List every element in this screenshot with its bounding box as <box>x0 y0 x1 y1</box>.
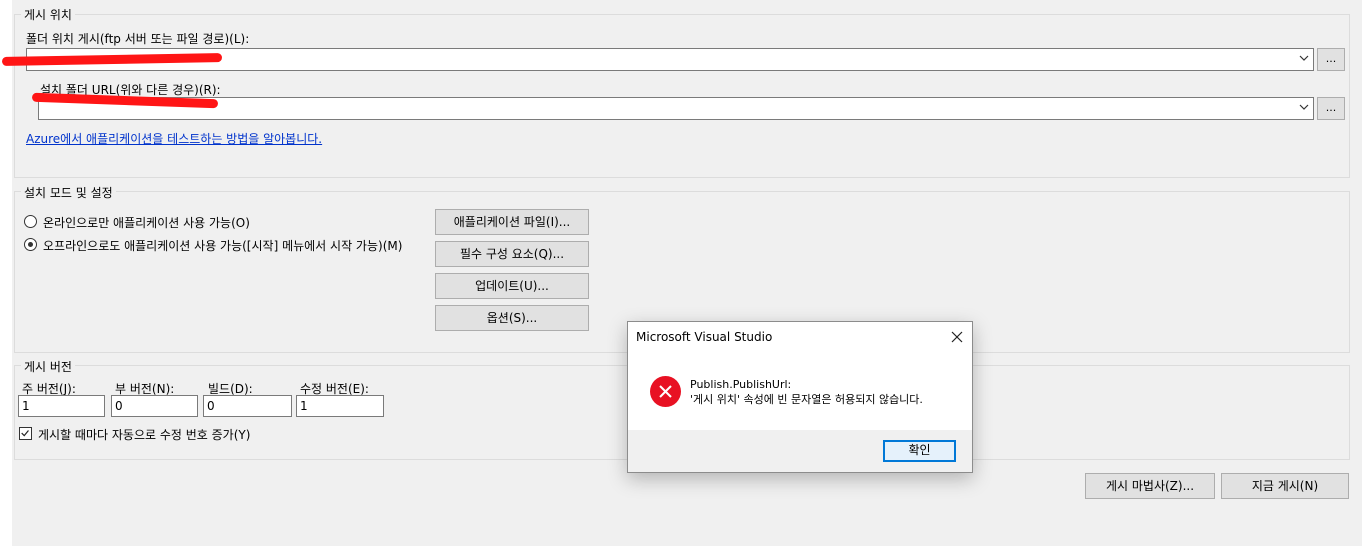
offline-available-radio[interactable] <box>24 238 37 251</box>
install-browse-button[interactable]: ... <box>1317 97 1345 120</box>
minor-version-input[interactable]: 0 <box>111 395 198 417</box>
chevron-down-icon[interactable] <box>1299 102 1309 112</box>
folder-browse-button[interactable]: ... <box>1317 48 1345 71</box>
updates-button[interactable]: 업데이트(U)... <box>435 273 589 299</box>
ok-button[interactable]: 확인 <box>883 440 956 462</box>
error-message-line2: '게시 위치' 속성에 빈 문자열은 허용되지 않습니다. <box>690 393 923 406</box>
publish-now-button[interactable]: 지금 게시(N) <box>1221 473 1349 499</box>
build-input[interactable]: 0 <box>203 395 292 417</box>
prerequisites-button[interactable]: 필수 구성 요소(Q)... <box>435 241 589 267</box>
online-only-radio[interactable] <box>24 215 37 228</box>
install-url-combo[interactable] <box>38 97 1314 120</box>
azure-learn-link[interactable]: Azure에서 애플리케이션을 테스트하는 방법을 알아봅니다. <box>26 130 322 147</box>
publish-wizard-button[interactable]: 게시 마법사(Z)... <box>1085 473 1215 499</box>
application-files-button[interactable]: 애플리케이션 파일(I)... <box>435 209 589 235</box>
auto-increment-label[interactable]: 게시할 때마다 자동으로 수정 번호 증가(Y) <box>38 426 250 443</box>
publish-location-title: 게시 위치 <box>21 6 75 23</box>
chevron-down-icon[interactable] <box>1299 53 1309 63</box>
close-icon[interactable] <box>951 331 963 343</box>
folder-location-label: 폴더 위치 게시(ftp 서버 또는 파일 경로)(L): <box>26 32 250 46</box>
revision-input[interactable]: 1 <box>296 395 384 417</box>
error-dialog: Microsoft Visual Studio Publish.PublishU… <box>627 321 973 473</box>
dialog-footer: 확인 <box>628 430 972 472</box>
auto-increment-checkbox[interactable] <box>19 427 32 440</box>
offline-available-label[interactable]: 오프라인으로도 애플리케이션 사용 가능([시작] 메뉴에서 시작 가능)(M) <box>43 237 402 254</box>
error-message-line1: Publish.PublishUrl: <box>690 378 792 391</box>
checkmark-icon <box>21 430 29 437</box>
online-only-label[interactable]: 온라인으로만 애플리케이션 사용 가능(O) <box>43 214 250 231</box>
major-version-input[interactable]: 1 <box>18 395 105 417</box>
dialog-title: Microsoft Visual Studio <box>636 330 773 344</box>
options-button[interactable]: 옵션(S)... <box>435 305 589 331</box>
install-mode-title: 설치 모드 및 설정 <box>21 184 116 201</box>
publish-version-title: 게시 버전 <box>21 358 75 375</box>
error-icon <box>650 376 681 407</box>
